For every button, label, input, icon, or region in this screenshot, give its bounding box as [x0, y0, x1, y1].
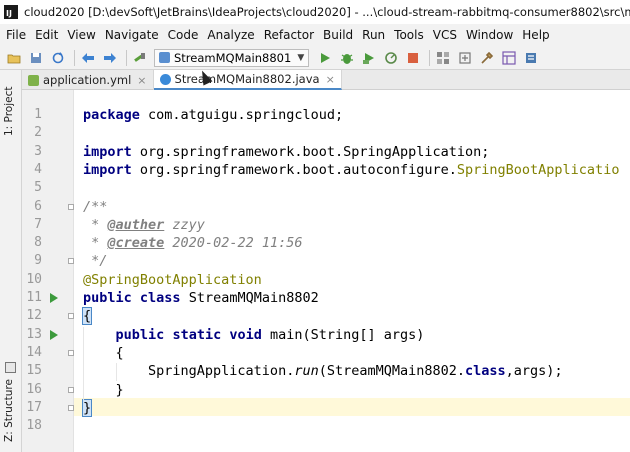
menu-run[interactable]: Run: [362, 28, 385, 42]
line-number: 16: [26, 381, 42, 397]
java-class-icon: [159, 73, 171, 85]
structure-tool-window-button[interactable]: Z: Structure: [3, 370, 15, 442]
editor-tabs: application.yml × StreamMQMain8802.java …: [22, 70, 630, 90]
save-icon[interactable]: [28, 50, 44, 66]
run-gutter-icon[interactable]: [50, 329, 58, 340]
code-line[interactable]: import org.springframework.boot.SpringAp…: [83, 144, 489, 160]
menu-analyze[interactable]: Analyze: [207, 28, 254, 42]
line-number: 5: [34, 180, 42, 196]
menu-navigate[interactable]: Navigate: [105, 28, 159, 42]
settings-icon[interactable]: [479, 50, 495, 66]
toolbar-separator: [429, 49, 431, 66]
run-configuration-label: StreamMQMain8801: [174, 50, 292, 65]
sdk-icon[interactable]: [457, 50, 473, 66]
line-number: 11: [26, 290, 42, 305]
code-line[interactable]: @SpringBootApplication: [83, 272, 262, 288]
line-number: 17: [26, 399, 42, 415]
code-line[interactable]: /**: [83, 199, 107, 215]
line-number: 4: [34, 161, 42, 177]
debug-icon[interactable]: [339, 50, 355, 66]
code-editor[interactable]: package com.atguigu.springcloud; import o…: [74, 90, 630, 452]
rerun-icon[interactable]: [317, 50, 333, 66]
code-line[interactable]: package com.atguigu.springcloud;: [83, 107, 343, 123]
project-structure-icon[interactable]: [435, 50, 451, 66]
yaml-file-icon: [28, 74, 39, 86]
menu-view[interactable]: View: [67, 28, 95, 42]
database-icon[interactable]: [523, 50, 539, 66]
window-title: cloud2020 [D:\devSoft\JetBrains\IdeaProj…: [24, 5, 630, 19]
main-toolbar: StreamMQMain8801 ▼: [0, 46, 630, 70]
code-line[interactable]: public class StreamMQMain8802: [83, 290, 319, 306]
toolbar-separator: [74, 49, 75, 66]
run-gutter-icon[interactable]: [50, 293, 58, 303]
sync-icon[interactable]: [50, 50, 66, 66]
tab-label: application.yml: [43, 73, 132, 87]
back-icon[interactable]: [80, 50, 96, 66]
build-icon[interactable]: [132, 50, 148, 66]
menu-refactor[interactable]: Refactor: [264, 28, 314, 42]
folder-open-icon[interactable]: [6, 50, 22, 66]
structure-icon[interactable]: [501, 50, 517, 66]
tab-application-yml[interactable]: application.yml ×: [22, 70, 154, 90]
spring-boot-config-icon: [159, 52, 170, 63]
code-line[interactable]: }: [83, 382, 124, 398]
line-number: 12: [26, 308, 42, 324]
menu-help[interactable]: Help: [522, 28, 549, 42]
chevron-down-icon: ▼: [297, 52, 305, 63]
indent-guide: [116, 363, 117, 382]
stop-icon[interactable]: [405, 50, 421, 66]
coverage-icon[interactable]: [361, 50, 377, 66]
line-number: 2: [34, 125, 42, 141]
close-icon[interactable]: ×: [137, 74, 146, 87]
line-number: 10: [26, 271, 42, 287]
code-line[interactable]: */: [83, 253, 107, 269]
menu-tools[interactable]: Tools: [394, 28, 424, 42]
menu-build[interactable]: Build: [323, 28, 353, 42]
code-line[interactable]: {: [81, 307, 93, 326]
menu-bar: File Edit View Navigate Code Analyze Refactor B…: [0, 24, 630, 46]
code-line[interactable]: }: [81, 398, 93, 417]
line-number: 13: [26, 326, 42, 342]
project-tool-window-button[interactable]: 1: Project: [3, 76, 15, 136]
profile-icon[interactable]: [383, 50, 399, 66]
run-configuration-select[interactable]: StreamMQMain8801 ▼: [154, 48, 310, 67]
menu-file[interactable]: File: [6, 28, 26, 42]
line-number: 1: [34, 107, 42, 122]
indent-guide: [83, 326, 84, 400]
menu-edit[interactable]: Edit: [35, 28, 58, 42]
line-number: 9: [34, 253, 42, 269]
code-line[interactable]: SpringApplication.run(StreamMQMain8802.c…: [83, 363, 563, 379]
line-number: 18: [26, 418, 42, 434]
menu-vcs[interactable]: VCS: [433, 28, 457, 42]
tab-streammqmain8802-java[interactable]: StreamMQMain8802.java ×: [153, 70, 342, 90]
line-number: 3: [34, 143, 42, 159]
code-line[interactable]: import org.springframework.boot.autoconf…: [83, 162, 619, 178]
line-number: 7: [34, 216, 42, 232]
close-icon[interactable]: ×: [326, 73, 335, 86]
toolbar-separator: [126, 49, 127, 66]
code-line[interactable]: public static void main(String[] args): [83, 327, 425, 343]
line-number: 6: [34, 198, 42, 214]
editor-gutter[interactable]: 1 2 3 4 5 6 7 8 9 10 11 12 13 14 15 16 17 18: [22, 90, 74, 452]
line-number: 8: [34, 235, 42, 251]
menu-code[interactable]: Code: [168, 28, 199, 42]
forward-icon[interactable]: [102, 50, 118, 66]
code-line[interactable]: * @auther zzyy: [83, 217, 205, 233]
line-number: 14: [26, 344, 42, 360]
menu-window[interactable]: Window: [466, 28, 513, 42]
title-bar: IJ cloud2020 [D:\devSoft\JetBrains\IdeaP…: [0, 0, 630, 24]
tab-label: StreamMQMain8802.java: [174, 72, 320, 86]
intellij-logo-icon: IJ: [4, 5, 18, 19]
left-tool-strip: 1: Project Z: Structure: [0, 70, 22, 452]
code-line[interactable]: {: [83, 345, 124, 361]
current-line-highlight: [74, 397, 630, 417]
line-number: 15: [26, 363, 42, 379]
code-line[interactable]: * @create 2020-02-22 11:56: [83, 235, 302, 251]
